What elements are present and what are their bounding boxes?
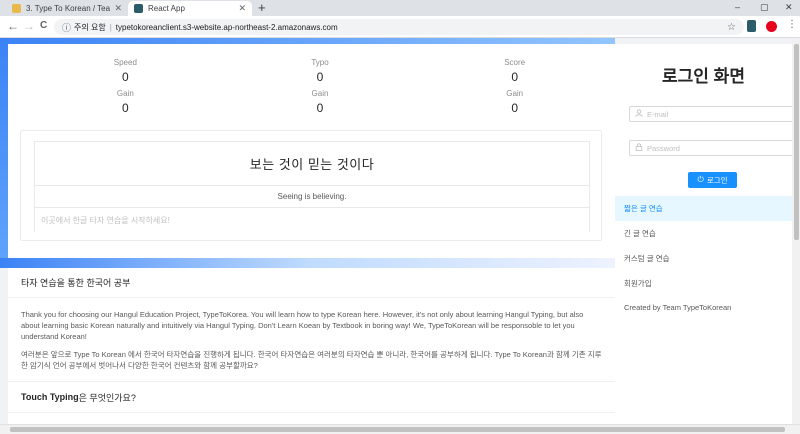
close-tab-icon[interactable]: ✕ [238,3,246,14]
intro-body: Thank you for choosing our Hangul Educat… [8,298,615,371]
intro-card: 타자 연습을 통한 한국어 공부 Thank you for choosing … [8,268,615,424]
new-tab-button[interactable]: + [258,1,266,15]
speed-label: Speed [113,58,137,67]
typo-label: Typo [311,58,329,67]
extension-icon[interactable] [747,20,756,32]
typo-value: 0 [316,70,324,84]
speed-gain-label: Gain [116,89,134,98]
login-button[interactable]: ⏻ 로그인 [688,172,737,188]
touch-typing-heading: Touch Typing 은 무엇인가요? [8,381,615,413]
page-content: Speed 0 Gain 0 Typo 0 Gain 0 Score 0 Gai… [0,38,800,424]
password-input[interactable] [647,143,787,153]
browser-menu-icon[interactable]: ⋮ [787,19,797,30]
intro-paragraph-korean: 여러분은 앞으로 Type To Korean 에서 한국어 타자연습을 진행하… [21,350,602,370]
profile-avatar[interactable] [766,21,777,32]
login-button-label: 로그인 [706,175,728,185]
speed-value: 0 [121,70,129,84]
browser-tab-react-app[interactable]: React App ✕ [128,1,252,16]
security-status: 주의 요함 [74,22,106,32]
typing-input[interactable] [35,208,589,232]
practice-area: 보는 것이 믿는 것이다 Seeing is believing. [20,130,602,241]
browser-toolbar: ← → C ⓘ 주의 요함 | typetokoreanclient.s3-we… [0,16,800,38]
menu-item-custom-practice[interactable]: 커스텀 글 연습 [615,246,792,271]
power-icon: ⏻ [697,175,704,184]
intro-paragraph-english: Thank you for choosing our Hangul Educat… [21,310,584,341]
menu-item-signup[interactable]: 회원가입 [615,271,792,296]
user-icon [635,109,644,119]
sidebar-footer: Created by Team TypeToKorean [624,303,732,312]
menu-item-long-practice[interactable]: 긴 글 연습 [615,221,792,246]
notion-favicon-icon [12,4,21,13]
touch-typing-bold: Touch Typing [21,392,79,402]
maximize-window-icon[interactable]: ▢ [760,2,769,13]
stat-score: Score 0 Gain 0 [417,58,612,120]
stats-panel: Speed 0 Gain 0 Typo 0 Gain 0 Score 0 Gai… [28,58,612,120]
close-window-icon[interactable]: ✕ [785,2,793,13]
sidebar: 로그인 화면 ⏻로그인 짧은 글 연습 긴 글 연습 커스텀 글 연습 회원가입… [615,44,799,424]
email-field[interactable] [629,106,799,122]
score-label: Score [504,58,526,67]
minimize-window-icon[interactable]: – [735,2,740,12]
horizontal-scrollbar-thumb[interactable] [10,427,785,432]
address-separator: | [109,22,112,32]
back-icon[interactable]: ← [7,19,19,33]
menu-item-short-practice[interactable]: 짧은 글 연습 [615,196,792,221]
intro-title: 타자 연습을 통한 한국어 공부 [8,268,615,298]
decorative-gradient-middle [0,258,615,268]
score-gain-label: Gain [506,89,524,98]
decorative-gradient-left [0,38,8,268]
tab-title: React App [148,4,185,13]
typo-gain-label: Gain [311,89,329,98]
typo-gain-value: 0 [316,101,324,115]
touch-typing-rest: 은 무엇인가요? [78,392,136,403]
email-input[interactable] [647,109,787,119]
practice-box: 보는 것이 믿는 것이다 Seeing is believing. [34,141,590,232]
lock-icon [635,143,644,153]
login-title: 로그인 화면 [662,67,745,86]
forward-icon[interactable]: → [23,19,35,33]
bookmark-star-icon[interactable]: ☆ [727,22,736,33]
stat-speed: Speed 0 Gain 0 [28,58,223,120]
vertical-scrollbar-thumb[interactable] [794,44,799,240]
react-favicon-icon [134,4,143,13]
browser-tab-bar: 3. Type To Korean / Team Nam ✕ React App… [0,0,800,16]
sidebar-menu: 짧은 글 연습 긴 글 연습 커스텀 글 연습 회원가입 [615,196,792,296]
address-bar[interactable]: ⓘ 주의 요함 | typetokoreanclient.s3-website.… [54,19,744,35]
tab-title: 3. Type To Korean / Team Nam [26,4,111,13]
target-sentence-english: Seeing is believing. [35,186,589,208]
score-value: 0 [511,70,519,84]
close-tab-icon[interactable]: ✕ [114,3,122,14]
target-sentence-korean: 보는 것이 믿는 것이다 [35,142,589,186]
password-field[interactable] [629,140,799,156]
stat-typo: Typo 0 Gain 0 [223,58,418,120]
url-text: typetokoreanclient.s3-website.ap-northea… [115,22,338,32]
typing-practice-card: Speed 0 Gain 0 Typo 0 Gain 0 Score 0 Gai… [8,44,615,258]
info-warning-icon[interactable]: ⓘ [62,21,71,34]
score-gain-value: 0 [511,101,519,115]
reload-icon[interactable]: C [40,19,47,33]
speed-gain-value: 0 [121,101,129,115]
browser-tab-team-notion[interactable]: 3. Type To Korean / Team Nam ✕ [6,1,128,16]
